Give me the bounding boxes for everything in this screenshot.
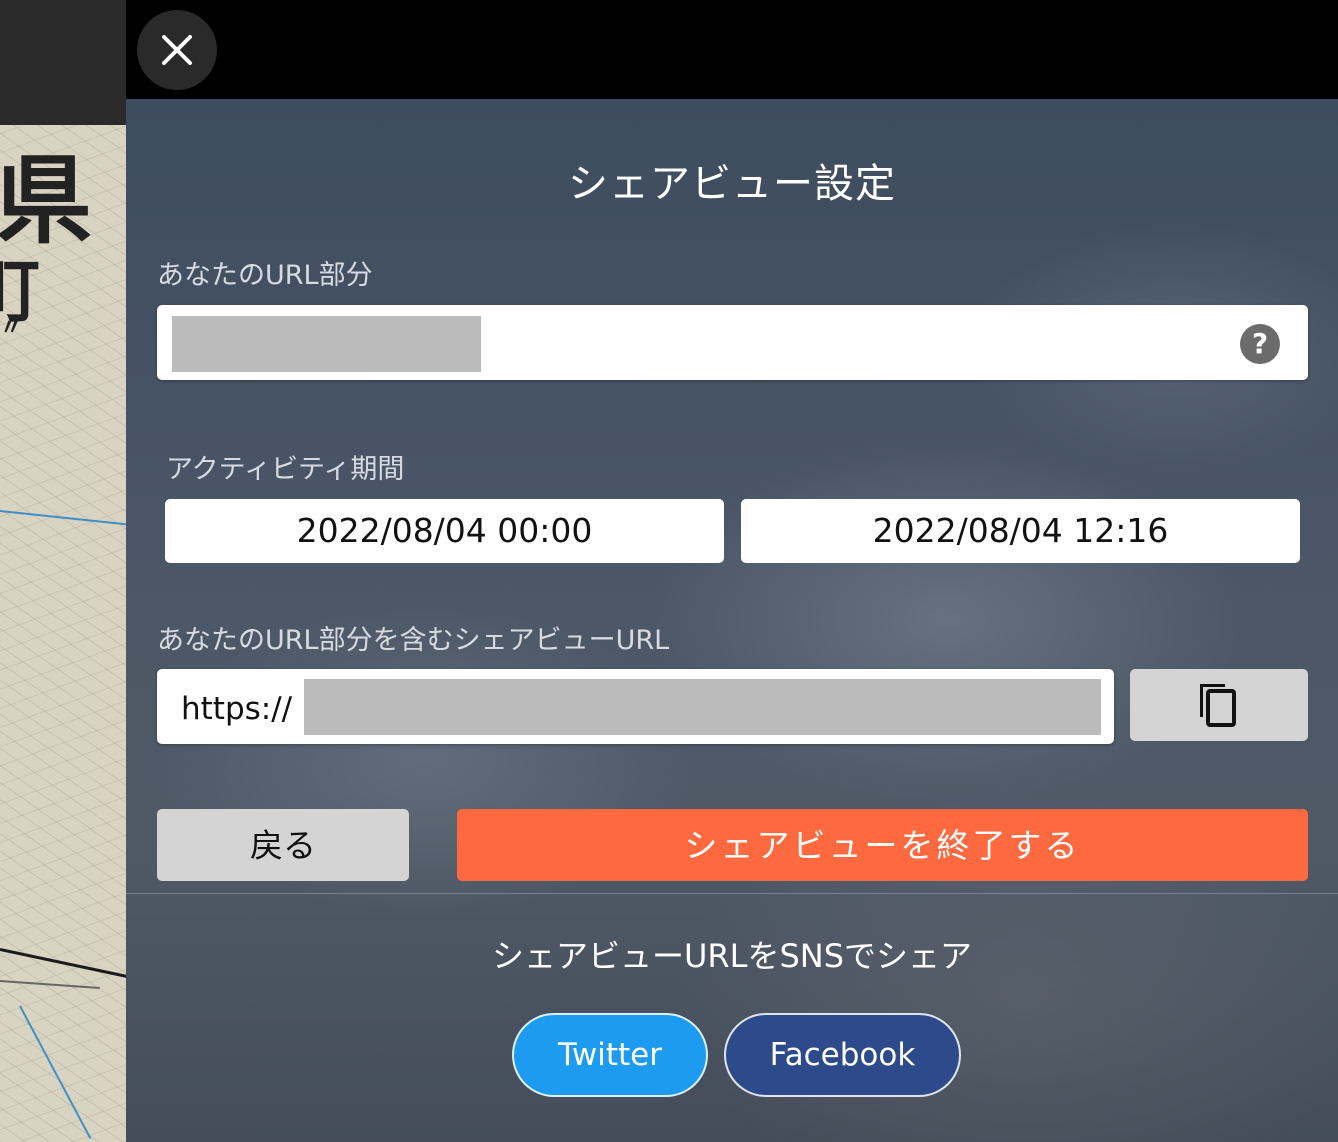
map-road — [0, 948, 128, 978]
facebook-share-button[interactable]: Facebook — [724, 1013, 961, 1097]
share-view-settings-panel: シェアビュー設定 あなたのURL部分 ? アクティビティ期間 2022/08/0… — [126, 99, 1338, 1142]
share-url-label: あなたのURL部分を含むシェアビューURL — [157, 625, 670, 656]
close-button[interactable] — [137, 10, 217, 90]
section-divider — [126, 893, 1338, 894]
copy-url-button[interactable] — [1130, 669, 1308, 741]
map-label-mark: 〃 — [0, 315, 23, 341]
map-road — [0, 980, 100, 989]
panel-header-bar — [126, 0, 1338, 99]
end-share-view-button[interactable]: シェアビューを終了する — [457, 809, 1308, 881]
map-river — [19, 1005, 92, 1139]
help-icon[interactable]: ? — [1240, 324, 1280, 364]
map-background[interactable]: 県 町 〃 — [0, 125, 140, 1142]
url-part-label: あなたのURL部分 — [157, 260, 373, 291]
copy-icon — [1200, 684, 1236, 727]
activity-end-datetime[interactable]: 2022/08/04 12:16 — [741, 499, 1300, 563]
url-part-input[interactable]: ? — [157, 305, 1308, 380]
map-river — [0, 510, 140, 527]
activity-start-datetime[interactable]: 2022/08/04 00:00 — [165, 499, 724, 563]
panel-title: シェアビュー設定 — [568, 161, 896, 207]
activity-period-label: アクティビティ期間 — [166, 454, 405, 485]
app-root: 県 町 〃 シェアビュー設定 あなたのURL部分 ? アクティビティ期間 202… — [0, 0, 1338, 1142]
share-url-redacted-value — [304, 679, 1101, 735]
share-url-prefix: https:// — [181, 691, 293, 727]
back-button[interactable]: 戻る — [157, 809, 409, 881]
twitter-share-button[interactable]: Twitter — [512, 1013, 708, 1097]
url-part-redacted-value — [172, 316, 481, 372]
sns-share-title: シェアビューURLをSNSでシェア — [491, 937, 973, 975]
close-icon — [162, 35, 192, 65]
map-header-bar — [0, 0, 126, 125]
share-url-field[interactable]: https:// — [157, 669, 1114, 744]
